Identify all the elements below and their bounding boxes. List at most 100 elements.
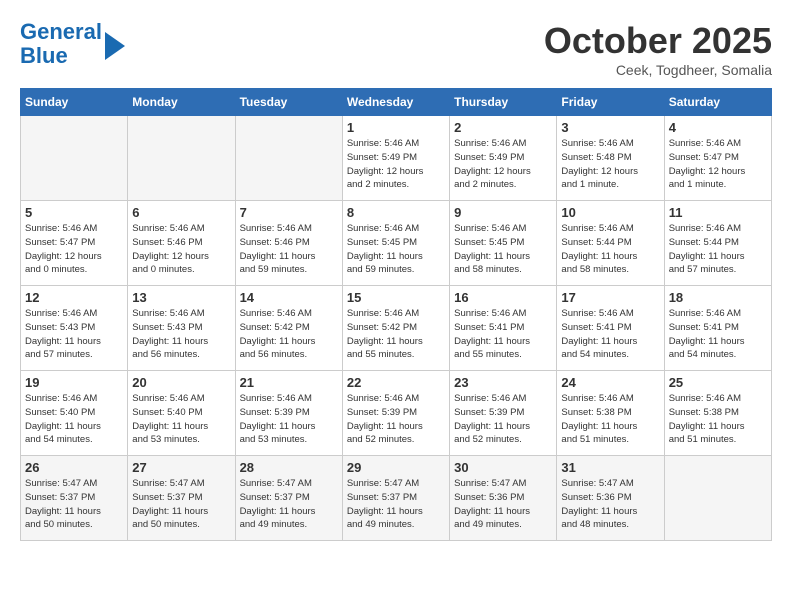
day-info: Sunrise: 5:46 AMSunset: 5:42 PMDaylight:… — [347, 307, 445, 362]
calendar-day-cell: 27Sunrise: 5:47 AMSunset: 5:37 PMDayligh… — [128, 456, 235, 541]
calendar-day-cell: 18 Sunrise: 5:46 AMSunset: 5:41 PMDayligh… — [664, 286, 771, 371]
day-number: 22 — [347, 375, 445, 390]
calendar-table: SundayMondayTuesdayWednesdayThursdayFrid… — [20, 88, 772, 541]
day-info: Sunrise: 5:46 AMSunset: 5:41 PMDaylight:… — [561, 307, 659, 362]
title-block: October 2025 Ceek, Togdheer, Somalia — [544, 20, 772, 78]
logo-arrow-icon — [105, 32, 125, 60]
day-info: Sunrise: 5:46 AMSunset: 5:39 PMDaylight:… — [240, 392, 338, 447]
calendar-day-cell: 25 Sunrise: 5:46 AMSunset: 5:38 PMDayligh… — [664, 371, 771, 456]
day-number: 14 — [240, 290, 338, 305]
weekday-header: Wednesday — [342, 89, 449, 116]
day-number: 21 — [240, 375, 338, 390]
day-number: 27 — [132, 460, 230, 475]
calendar-day-cell: 6Sunrise: 5:46 AMSunset: 5:46 PMDaylight… — [128, 201, 235, 286]
calendar-day-cell: 14 Sunrise: 5:46 AMSunset: 5:42 PMDayligh… — [235, 286, 342, 371]
day-info: Sunrise: 5:46 AMSunset: 5:45 PMDaylight:… — [347, 222, 445, 277]
day-number: 17 — [561, 290, 659, 305]
calendar-day-cell — [664, 456, 771, 541]
day-number: 4 — [669, 120, 767, 135]
location: Ceek, Togdheer, Somalia — [544, 62, 772, 78]
calendar-day-cell: 9 Sunrise: 5:46 AMSunset: 5:45 PMDaylight… — [450, 201, 557, 286]
calendar-day-cell: 4 Sunrise: 5:46 AMSunset: 5:47 PMDaylight… — [664, 116, 771, 201]
calendar-week-row: 26 Sunrise: 5:47 AMSunset: 5:37 PMDayligh… — [21, 456, 772, 541]
weekday-header: Monday — [128, 89, 235, 116]
day-info: Sunrise: 5:46 AMSunset: 5:47 PMDaylight:… — [669, 137, 767, 192]
calendar-day-cell: 7Sunrise: 5:46 AMSunset: 5:46 PMDaylight… — [235, 201, 342, 286]
day-number: 24 — [561, 375, 659, 390]
day-info: Sunrise: 5:46 AMSunset: 5:39 PMDaylight:… — [347, 392, 445, 447]
day-info: Sunrise: 5:46 AMSunset: 5:47 PMDaylight:… — [25, 222, 123, 277]
weekday-header: Thursday — [450, 89, 557, 116]
day-number: 23 — [454, 375, 552, 390]
day-info: Sunrise: 5:46 AMSunset: 5:39 PMDaylight:… — [454, 392, 552, 447]
day-number: 10 — [561, 205, 659, 220]
day-number: 15 — [347, 290, 445, 305]
day-info: Sunrise: 5:47 AMSunset: 5:37 PMDaylight:… — [25, 477, 123, 532]
calendar-day-cell: 31Sunrise: 5:47 AMSunset: 5:36 PMDayligh… — [557, 456, 664, 541]
calendar-day-cell: 12 Sunrise: 5:46 AMSunset: 5:43 PMDayligh… — [21, 286, 128, 371]
calendar-day-cell: 29 Sunrise: 5:47 AMSunset: 5:37 PMDayligh… — [342, 456, 449, 541]
weekday-header: Sunday — [21, 89, 128, 116]
calendar-day-cell — [235, 116, 342, 201]
day-info: Sunrise: 5:46 AMSunset: 5:44 PMDaylight:… — [669, 222, 767, 277]
calendar-day-cell: 16Sunrise: 5:46 AMSunset: 5:41 PMDayligh… — [450, 286, 557, 371]
calendar-day-cell: 24 Sunrise: 5:46 AMSunset: 5:38 PMDayligh… — [557, 371, 664, 456]
calendar-day-cell: 21 Sunrise: 5:46 AMSunset: 5:39 PMDayligh… — [235, 371, 342, 456]
calendar-day-cell: 20 Sunrise: 5:46 AMSunset: 5:40 PMDayligh… — [128, 371, 235, 456]
day-info: Sunrise: 5:46 AMSunset: 5:44 PMDaylight:… — [561, 222, 659, 277]
calendar-week-row: 5 Sunrise: 5:46 AMSunset: 5:47 PMDaylight… — [21, 201, 772, 286]
day-number: 20 — [132, 375, 230, 390]
calendar-day-cell: 23 Sunrise: 5:46 AMSunset: 5:39 PMDayligh… — [450, 371, 557, 456]
day-number: 26 — [25, 460, 123, 475]
day-info: Sunrise: 5:46 AMSunset: 5:41 PMDaylight:… — [669, 307, 767, 362]
logo: General Blue — [20, 20, 125, 68]
day-number: 25 — [669, 375, 767, 390]
day-number: 1 — [347, 120, 445, 135]
day-info: Sunrise: 5:46 AMSunset: 5:40 PMDaylight:… — [132, 392, 230, 447]
logo-general: General — [20, 19, 102, 44]
day-info: Sunrise: 5:46 AMSunset: 5:49 PMDaylight:… — [347, 137, 445, 192]
day-info: Sunrise: 5:46 AMSunset: 5:42 PMDaylight:… — [240, 307, 338, 362]
weekday-header: Friday — [557, 89, 664, 116]
day-info: Sunrise: 5:46 AMSunset: 5:48 PMDaylight:… — [561, 137, 659, 192]
day-info: Sunrise: 5:46 AMSunset: 5:45 PMDaylight:… — [454, 222, 552, 277]
calendar-day-cell: 17 Sunrise: 5:46 AMSunset: 5:41 PMDayligh… — [557, 286, 664, 371]
calendar-day-cell: 30 Sunrise: 5:47 AMSunset: 5:36 PMDayligh… — [450, 456, 557, 541]
calendar-day-cell: 13Sunrise: 5:46 AMSunset: 5:43 PMDayligh… — [128, 286, 235, 371]
day-number: 28 — [240, 460, 338, 475]
day-number: 9 — [454, 205, 552, 220]
day-info: Sunrise: 5:46 AMSunset: 5:38 PMDaylight:… — [561, 392, 659, 447]
day-number: 8 — [347, 205, 445, 220]
day-info: Sunrise: 5:46 AMSunset: 5:43 PMDaylight:… — [25, 307, 123, 362]
calendar-day-cell: 10 Sunrise: 5:46 AMSunset: 5:44 PMDayligh… — [557, 201, 664, 286]
day-number: 3 — [561, 120, 659, 135]
month-title: October 2025 — [544, 20, 772, 62]
day-info: Sunrise: 5:46 AMSunset: 5:40 PMDaylight:… — [25, 392, 123, 447]
calendar-day-cell: 28Sunrise: 5:47 AMSunset: 5:37 PMDayligh… — [235, 456, 342, 541]
calendar-day-cell: 11 Sunrise: 5:46 AMSunset: 5:44 PMDayligh… — [664, 201, 771, 286]
calendar-week-row: 12 Sunrise: 5:46 AMSunset: 5:43 PMDayligh… — [21, 286, 772, 371]
calendar-day-cell: 5 Sunrise: 5:46 AMSunset: 5:47 PMDaylight… — [21, 201, 128, 286]
calendar-day-cell: 26 Sunrise: 5:47 AMSunset: 5:37 PMDayligh… — [21, 456, 128, 541]
day-number: 18 — [669, 290, 767, 305]
calendar-day-cell: 15 Sunrise: 5:46 AMSunset: 5:42 PMDayligh… — [342, 286, 449, 371]
calendar-day-cell — [128, 116, 235, 201]
day-number: 12 — [25, 290, 123, 305]
day-number: 5 — [25, 205, 123, 220]
day-number: 16 — [454, 290, 552, 305]
day-number: 30 — [454, 460, 552, 475]
day-number: 29 — [347, 460, 445, 475]
day-info: Sunrise: 5:46 AMSunset: 5:38 PMDaylight:… — [669, 392, 767, 447]
day-info: Sunrise: 5:47 AMSunset: 5:36 PMDaylight:… — [454, 477, 552, 532]
day-info: Sunrise: 5:47 AMSunset: 5:37 PMDaylight:… — [347, 477, 445, 532]
day-info: Sunrise: 5:46 AMSunset: 5:49 PMDaylight:… — [454, 137, 552, 192]
calendar-day-cell: 2Sunrise: 5:46 AMSunset: 5:49 PMDaylight… — [450, 116, 557, 201]
calendar-header-row: SundayMondayTuesdayWednesdayThursdayFrid… — [21, 89, 772, 116]
calendar-body: 1 Sunrise: 5:46 AMSunset: 5:49 PMDaylight… — [21, 116, 772, 541]
calendar-day-cell: 22 Sunrise: 5:46 AMSunset: 5:39 PMDayligh… — [342, 371, 449, 456]
day-info: Sunrise: 5:46 AMSunset: 5:46 PMDaylight:… — [132, 222, 230, 277]
calendar-day-cell — [21, 116, 128, 201]
day-number: 31 — [561, 460, 659, 475]
day-number: 11 — [669, 205, 767, 220]
calendar-week-row: 1 Sunrise: 5:46 AMSunset: 5:49 PMDaylight… — [21, 116, 772, 201]
